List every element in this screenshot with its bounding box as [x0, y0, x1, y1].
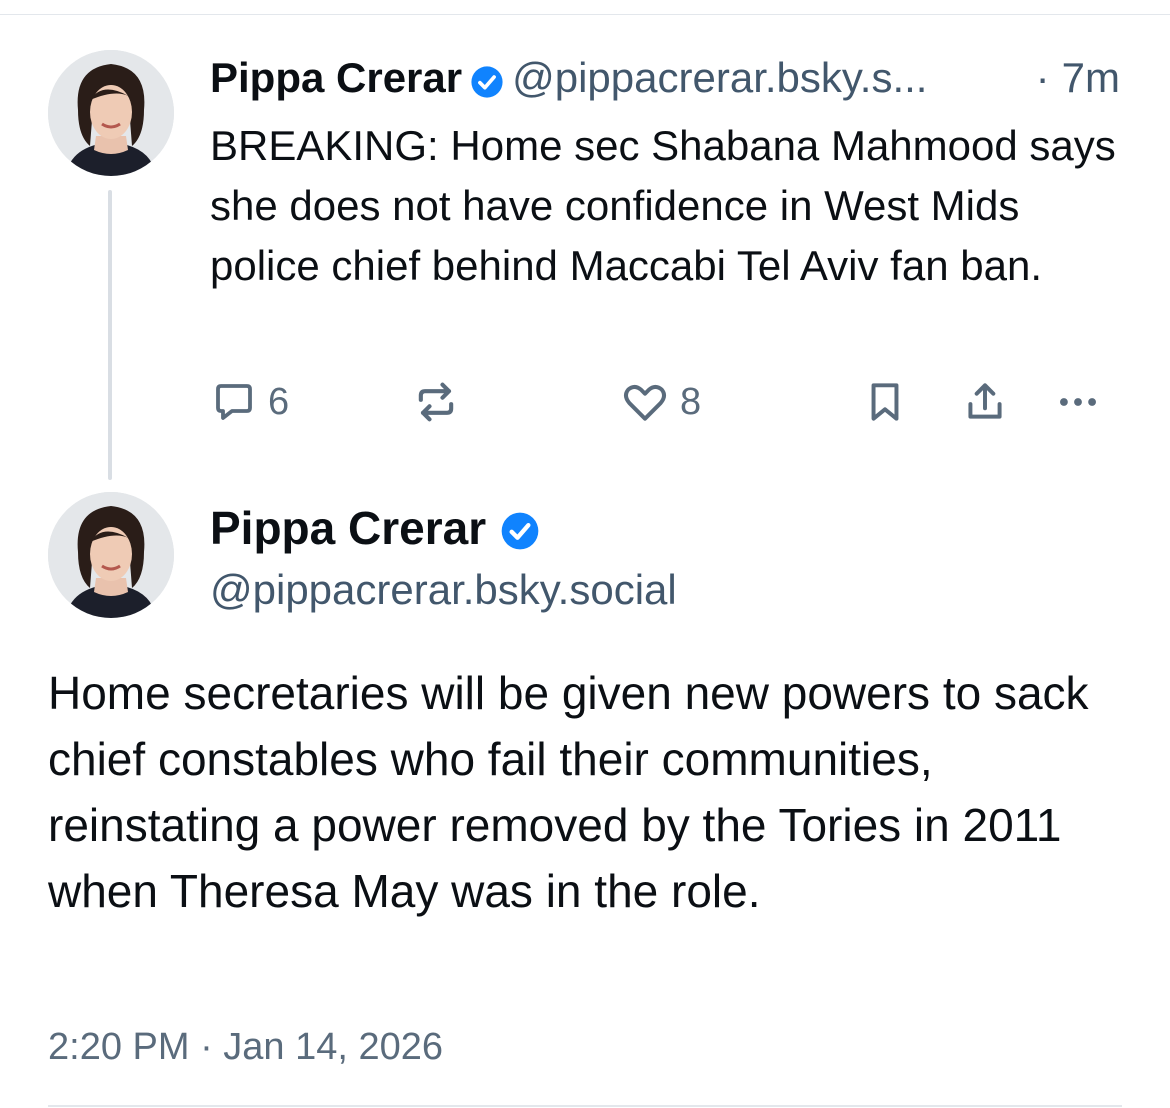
author-handle[interactable]: @pippacrerar.bsky.s...: [512, 54, 927, 102]
thread-connector-line: [108, 190, 112, 480]
verified-badge-icon: [470, 61, 504, 98]
author-name[interactable]: Pippa Crerar: [210, 501, 486, 555]
more-dots-icon: [1052, 376, 1104, 428]
separator-dot: ·: [1035, 54, 1050, 101]
avatar[interactable]: [48, 492, 174, 618]
relative-time: 7m: [1061, 54, 1120, 101]
verified-badge-icon: [500, 508, 540, 550]
thread-view: Pippa Crerar @pippacrerar.bsky.s... · 7m…: [0, 0, 1170, 1108]
bookmark-button[interactable]: [860, 374, 910, 430]
like-button[interactable]: 8: [620, 374, 701, 430]
avatar[interactable]: [48, 50, 174, 176]
repost-arrows-icon: [410, 376, 462, 428]
reply-post-header: Pippa Crerar @pippacrerar.bsky.s...: [210, 50, 927, 106]
post-timestamp[interactable]: 2:20 PM · Jan 14, 2026: [48, 1022, 443, 1072]
top-divider: [0, 14, 1170, 15]
author-handle[interactable]: @pippacrerar.bsky.social: [210, 562, 677, 618]
share-upload-icon: [960, 377, 1010, 427]
main-post-text: Home secretaries will be given new power…: [48, 667, 1089, 917]
repost-button[interactable]: [410, 374, 462, 430]
reply-count: 6: [268, 380, 290, 423]
post-time[interactable]: · 7m: [1036, 50, 1120, 106]
heart-icon: [620, 377, 670, 427]
author-name[interactable]: Pippa Crerar: [210, 54, 462, 102]
like-count: 8: [680, 380, 702, 423]
speech-bubble-icon: [210, 378, 258, 426]
reply-button[interactable]: 6: [210, 374, 289, 430]
bottom-divider: [48, 1105, 1122, 1107]
reply-post-text: BREAKING: Home sec Shabana Mahmood says …: [210, 122, 1116, 289]
main-author-row: Pippa Crerar: [210, 500, 548, 556]
share-button[interactable]: [960, 374, 1010, 430]
bookmark-icon: [860, 377, 910, 427]
post-actions-bar: 6 8: [210, 374, 1110, 430]
more-options-button[interactable]: [1052, 374, 1104, 430]
